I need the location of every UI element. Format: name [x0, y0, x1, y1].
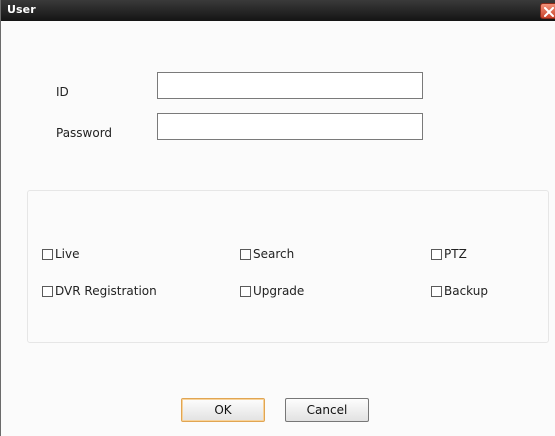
dvr-registration-label: DVR Registration — [55, 284, 157, 298]
upgrade-label: Upgrade — [253, 284, 305, 298]
permission-upgrade[interactable]: Upgrade — [240, 284, 304, 298]
permission-ptz[interactable]: PTZ — [431, 247, 467, 261]
permission-live[interactable]: Live — [42, 247, 80, 261]
live-checkbox[interactable] — [42, 248, 53, 260]
ptz-checkbox[interactable] — [431, 248, 442, 260]
window-title: User — [7, 3, 36, 16]
search-label: Search — [253, 247, 295, 261]
id-field[interactable] — [157, 72, 423, 99]
id-label: ID — [56, 85, 69, 99]
close-icon — [544, 7, 554, 17]
password-field[interactable] — [157, 113, 423, 140]
live-label: Live — [55, 247, 80, 261]
permissions-group — [27, 190, 549, 343]
upgrade-checkbox[interactable] — [240, 285, 251, 297]
password-label: Password — [56, 126, 113, 140]
permission-search[interactable]: Search — [240, 247, 294, 261]
close-button[interactable] — [540, 3, 555, 19]
cancel-button[interactable]: Cancel — [285, 398, 369, 422]
title-bar[interactable]: User — [1, 0, 555, 21]
search-checkbox[interactable] — [240, 248, 251, 260]
user-dialog: User ID Password Live Search PTZ DVR Reg… — [0, 0, 555, 436]
ok-button[interactable]: OK — [181, 398, 265, 422]
backup-checkbox[interactable] — [431, 285, 442, 297]
ptz-label: PTZ — [444, 247, 467, 261]
dvr-registration-checkbox[interactable] — [42, 285, 53, 297]
permission-backup[interactable]: Backup — [431, 284, 488, 298]
backup-label: Backup — [444, 284, 488, 298]
permission-dvr-registration[interactable]: DVR Registration — [42, 284, 157, 298]
